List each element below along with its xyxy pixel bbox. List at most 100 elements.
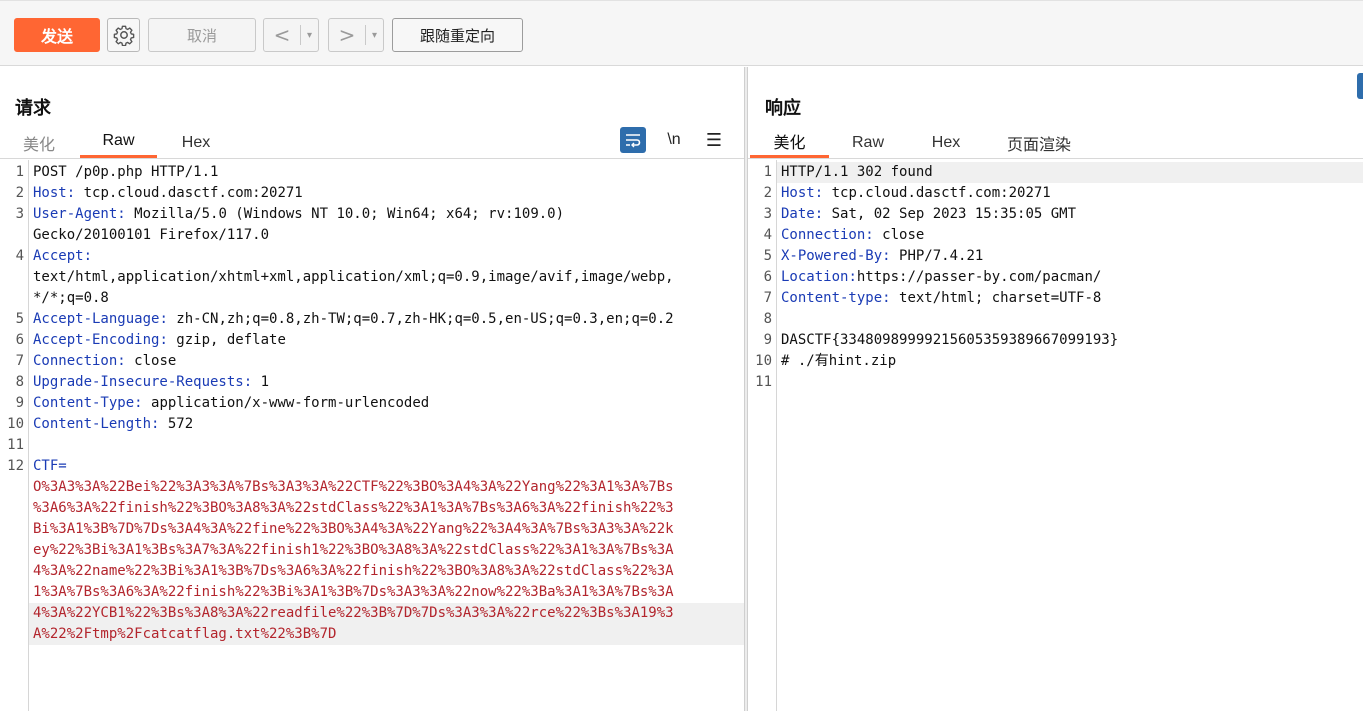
line-number: 3 [763,206,772,222]
line-number: 1 [15,164,24,180]
tab-render[interactable]: 页面渲染 [996,127,1082,158]
header-line: Accept-Encoding: gzip, deflate [29,330,744,351]
header-line: Host: tcp.cloud.dasctf.com:20271 [29,183,744,204]
line-number: 2 [763,185,772,201]
header-key: Host [33,185,67,201]
header-value: 572 [159,416,194,432]
line-number: 1 [763,164,772,180]
colon: : [865,227,874,243]
tabs-divider [748,158,1363,159]
side-panel-handle[interactable] [1357,73,1363,99]
code-line: 8 Upgrade-Insecure-Requests: 1 [16,372,744,393]
tab-hex[interactable]: Hex [167,127,225,158]
colon: : [848,269,857,285]
header-key: Upgrade-Insecure-Requests [33,374,244,390]
colon: : [134,395,143,411]
line-number: 5 [763,248,772,264]
header-line: Location:https://passer-by.com/pacman/ [777,267,1363,288]
code-line: 2 Host: tcp.cloud.dasctf.com:20271 [16,183,744,204]
header-value: PHP/7.4.21 [890,248,984,264]
response-code[interactable]: 1 HTTP/1.1 302 found 2 Host: tcp.cloud.d… [755,162,1363,393]
header-line: Host: tcp.cloud.dasctf.com:20271 [777,183,1363,204]
request-title: 请求 [15,98,51,118]
colon: : [159,311,168,327]
tab-pretty[interactable]: 美化 [750,127,829,158]
header-line: Accept-Language: zh-CN,zh;q=0.8,zh-TW;q=… [29,309,744,330]
line-number: 2 [15,185,24,201]
header-key: X-Powered-By [781,248,883,264]
chevron-left-icon: < [273,23,291,47]
send-button[interactable]: 发送 [14,18,100,52]
line-number: 3 [15,206,24,222]
follow-redirect-button[interactable]: 跟随重定向 [392,18,523,52]
colon: : [814,206,824,222]
request-line: POST /p0p.php HTTP/1.1 [33,164,219,180]
header-key: Accept-Encoding [33,332,160,348]
request-code[interactable]: 1 POST /p0p.php HTTP/1.1 2 Host: tcp.clo… [7,162,744,645]
response-editor[interactable]: 1 HTTP/1.1 302 found 2 Host: tcp.cloud.d… [748,160,1363,711]
header-key: Content-Length [33,416,152,432]
code-line: 7 Content-type: text/html; charset=UTF-8 [764,288,1363,309]
word-wrap-icon[interactable] [620,127,646,153]
header-key: Location [781,269,849,285]
body-param-name: CTF= [33,458,67,474]
header-line: Content-type: text/html; charset=UTF-8 [777,288,1363,309]
code-line: 3 Date: Sat, 02 Sep 2023 15:35:05 GMT [764,204,1363,225]
header-key: Host [781,185,815,201]
line-number: 11 [7,437,24,453]
code-line: 11 [755,372,1363,393]
gear-icon [113,25,134,46]
header-value: application/x-www-form-urlencoded [142,395,430,411]
line-number: 9 [15,395,24,411]
line-number: 4 [15,248,24,264]
forward-button[interactable]: > ▾ [328,18,384,52]
code-line: 5 X-Powered-By: PHP/7.4.21 [764,246,1363,267]
colon: : [243,374,253,390]
wrap-glyph [626,134,641,148]
tab-raw[interactable]: Raw [840,127,896,158]
line-number: 11 [755,374,772,390]
newline-toggle-icon[interactable]: \n [661,127,687,153]
menu-icon[interactable]: ☰ [701,127,727,153]
header-value: close [125,353,177,369]
request-editor[interactable]: 1 POST /p0p.php HTTP/1.1 2 Host: tcp.clo… [0,160,744,711]
line-number: 9 [763,332,772,348]
line-number: 4 [763,227,772,243]
body-line: Bi%3A1%3B%7D%7Ds%3A4%3A%22fine%22%3BO%3A… [33,521,674,537]
cancel-button[interactable]: 取消 [148,18,256,52]
header-line: Content-Length: 572 [29,414,744,435]
tab-pretty[interactable]: 美化 [11,127,67,158]
header-key: Content-Type [33,395,135,411]
header-value: tcp.cloud.dasctf.com:20271 [823,185,1051,201]
header-value: close [873,227,925,243]
header-value-wrap: Gecko/20100101 Firefox/117.0 [33,227,270,243]
back-button[interactable]: < ▾ [263,18,319,52]
line-number: 8 [763,311,772,327]
chevron-down-icon[interactable]: ▾ [301,30,318,41]
code-line: 4 Connection: close [764,225,1363,246]
code-line: 11 [7,435,744,456]
code-line: 12 CTF= O%3A3%3A%22Bei%22%3A3%3A%7Bs%3A3… [7,456,744,645]
header-line: User-Agent: Mozilla/5.0 (Windows NT 10.0… [29,204,744,225]
tab-raw[interactable]: Raw [80,127,157,158]
settings-button[interactable] [107,18,140,52]
status-line: HTTP/1.1 302 found [777,162,1363,183]
colon: : [882,248,891,264]
line-number: 10 [755,353,772,369]
header-line: X-Powered-By: PHP/7.4.21 [777,246,1363,267]
code-line: 8 [764,309,1363,330]
response-panel: 响应 美化 Raw Hex 页面渲染 1 HTTP/1.1 302 found … [748,67,1363,711]
tab-hex[interactable]: Hex [918,127,974,158]
header-key: Connection [33,353,118,369]
colon: : [117,353,126,369]
line-number: 7 [763,290,772,306]
code-line: 10 Content-Length: 572 [7,414,744,435]
code-line: 2 Host: tcp.cloud.dasctf.com:20271 [764,183,1363,204]
chevron-down-icon[interactable]: ▾ [366,30,383,41]
header-value: text/html; charset=UTF-8 [890,290,1102,306]
header-value: tcp.cloud.dasctf.com:20271 [75,185,303,201]
code-line: 1 POST /p0p.php HTTP/1.1 [16,162,744,183]
empty-line [777,309,1363,330]
header-key: Date [781,206,815,222]
empty-line [29,435,744,456]
